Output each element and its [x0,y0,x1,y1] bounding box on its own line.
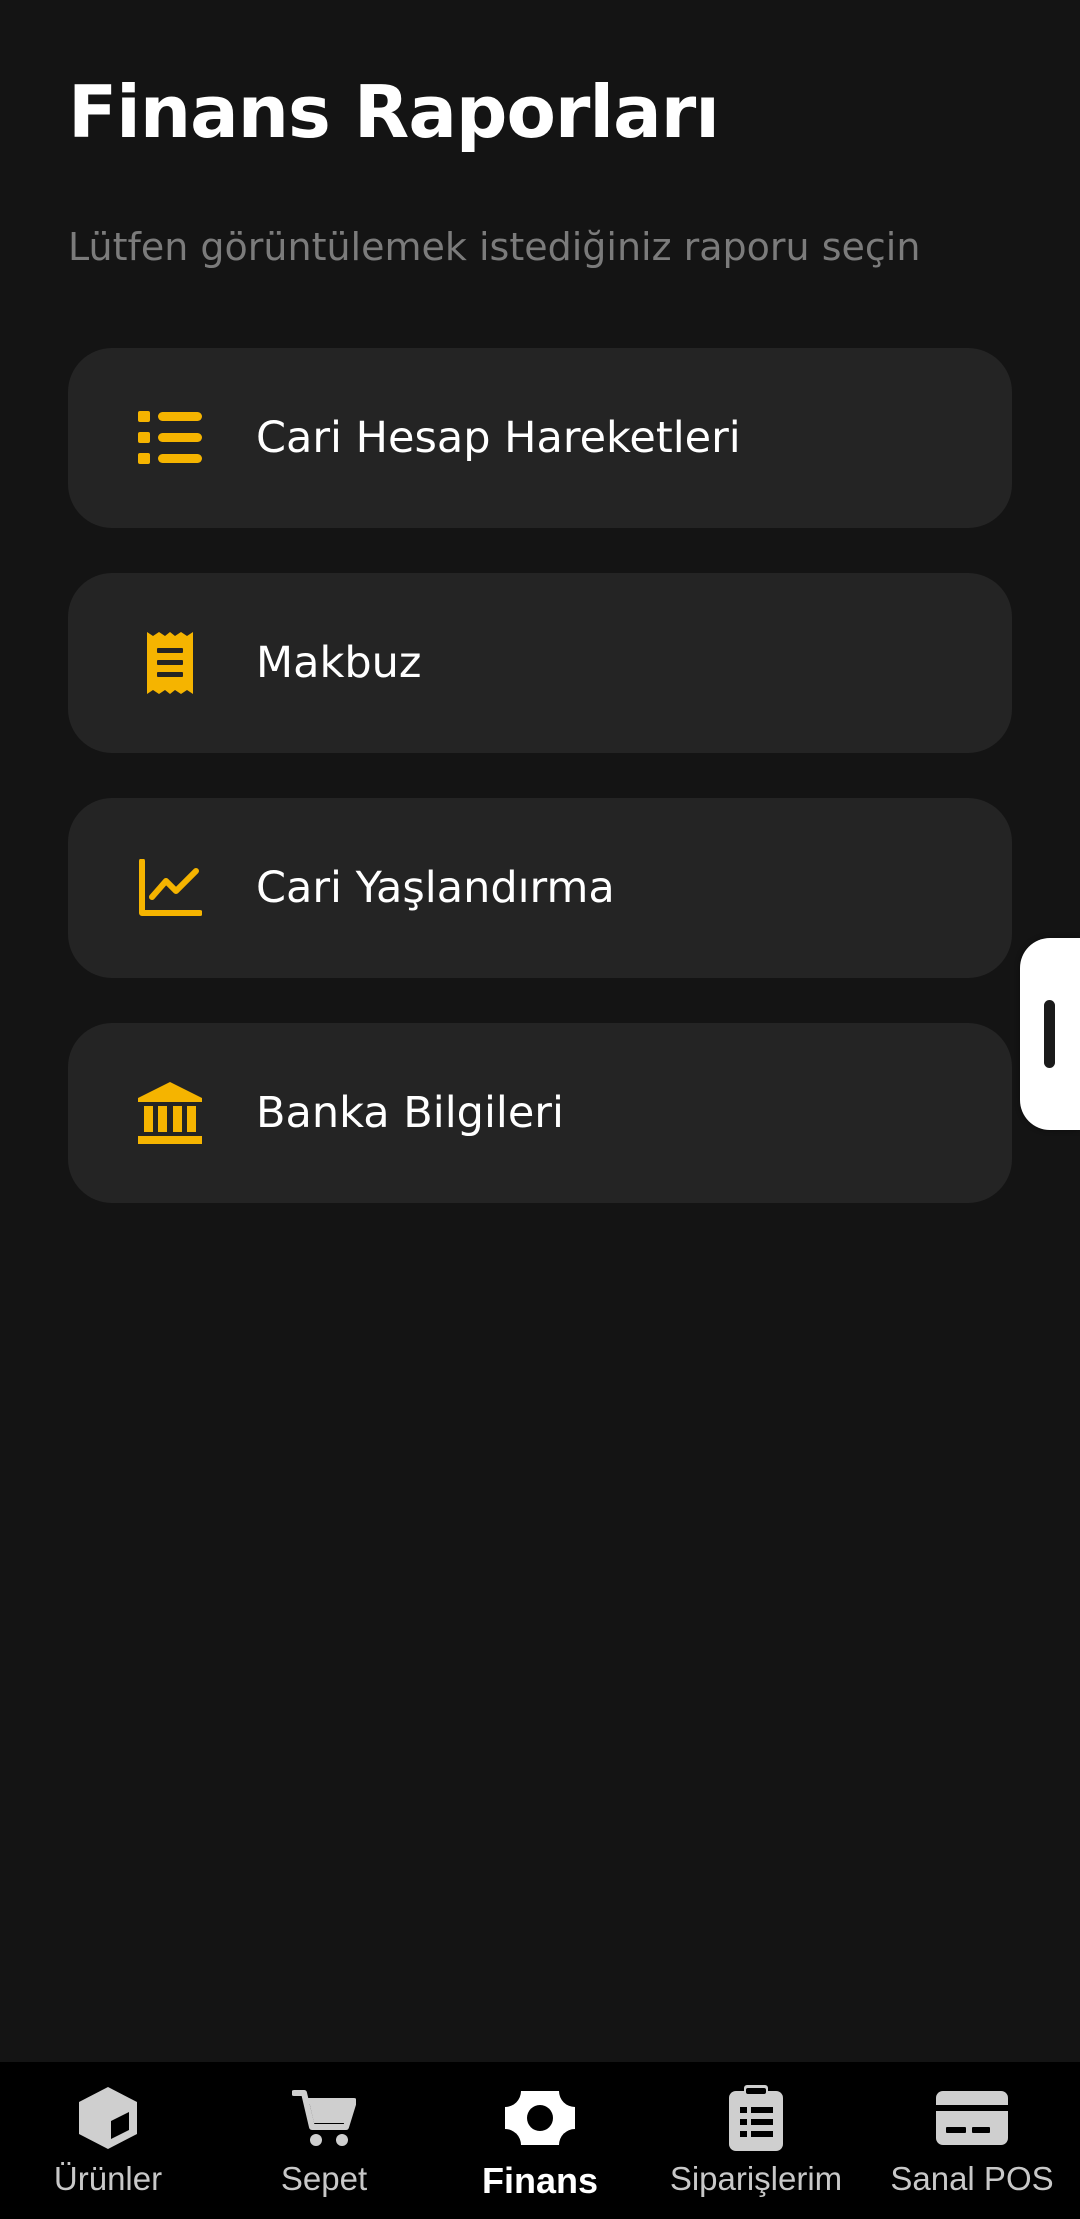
credit-card-icon [936,2086,1008,2150]
menu-item-label: Cari Yaşlandırma [256,863,615,913]
menu-item-makbuz[interactable]: Makbuz [68,573,1012,753]
bottom-navigation: Ürünler Sepet Finans Siparişlerim Sanal … [0,2062,1080,2219]
cart-icon [288,2086,360,2150]
menu-item-cari-yaslandirma[interactable]: Cari Yaşlandırma [68,798,1012,978]
receipt-icon [134,627,206,699]
menu-item-label: Banka Bilgileri [256,1088,564,1138]
drag-handle-bar [1044,1000,1055,1068]
nav-item-finans[interactable]: Finans [432,2062,648,2219]
page-title: Finans Raporları [68,70,720,154]
bank-icon [134,1077,206,1149]
nav-label: Siparişlerim [669,2160,843,2197]
money-icon [504,2086,576,2150]
clipboard-icon [720,2085,792,2151]
menu-item-label: Cari Hesap Hareketleri [256,413,741,463]
menu-item-cari-hesap-hareketleri[interactable]: Cari Hesap Hareketleri [68,348,1012,528]
nav-label: Finans [481,2160,598,2201]
page-subtitle: Lütfen görüntülemek istediğiniz raporu s… [68,225,921,269]
list-icon [134,402,206,474]
nav-item-siparislerim[interactable]: Siparişlerim [648,2062,864,2219]
nav-item-sanal-pos[interactable]: Sanal POS [864,2062,1080,2219]
nav-item-urunler[interactable]: Ürünler [0,2062,216,2219]
report-menu: Cari Hesap Hareketleri Makbuz Cari Yaşla… [68,348,1012,1248]
menu-item-label: Makbuz [256,638,422,688]
line-chart-icon [134,852,206,924]
nav-label: Sanal POS [890,2160,1054,2197]
nav-label: Sepet [280,2160,368,2197]
menu-item-banka-bilgileri[interactable]: Banka Bilgileri [68,1023,1012,1203]
side-drawer-handle[interactable] [1020,938,1080,1130]
cube-icon [72,2086,144,2150]
nav-item-sepet[interactable]: Sepet [216,2062,432,2219]
nav-label: Ürünler [53,2160,163,2197]
